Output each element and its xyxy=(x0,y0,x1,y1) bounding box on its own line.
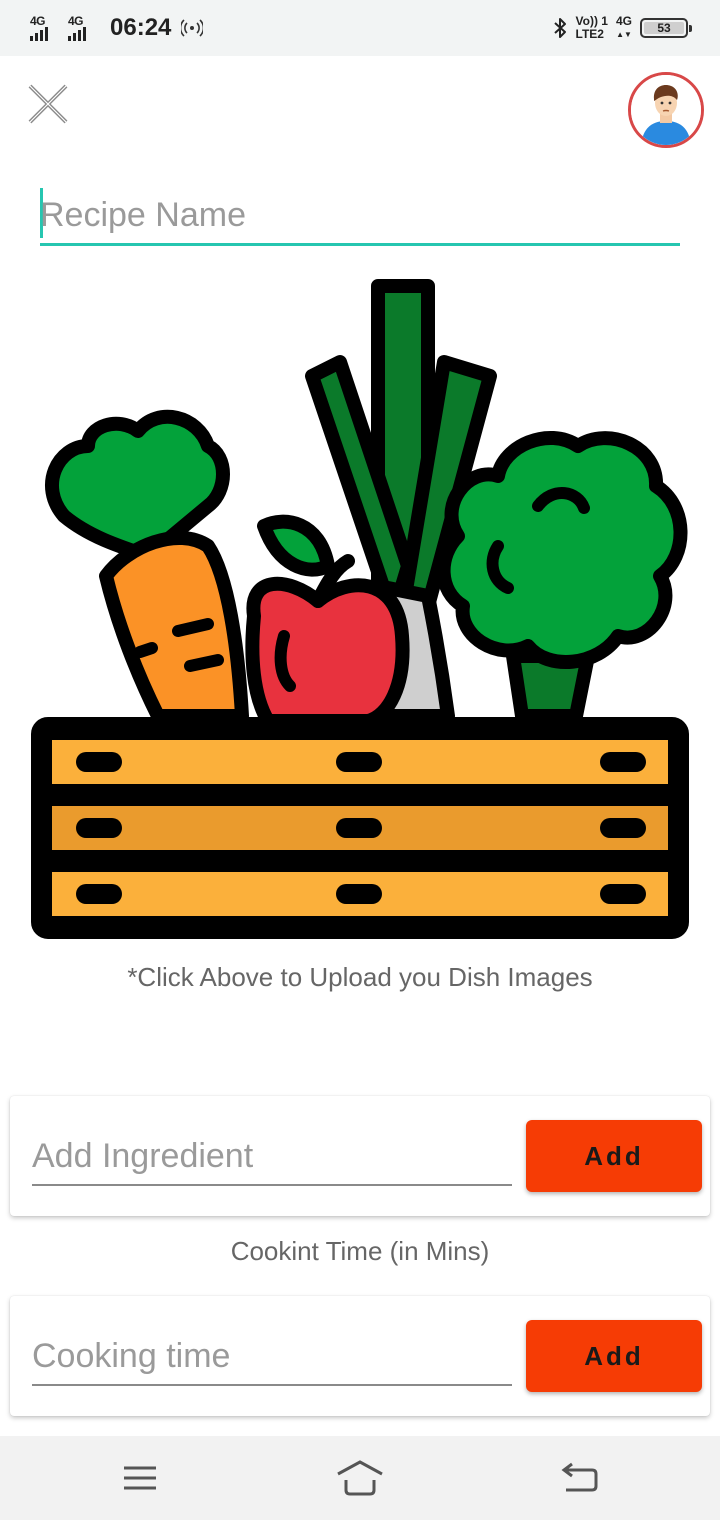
menu-button[interactable] xyxy=(116,1456,164,1500)
avatar-icon xyxy=(631,75,701,145)
signal-icon: 4G xyxy=(68,14,98,42)
home-icon xyxy=(337,1460,383,1496)
status-left: 4G 4G 06:24 xyxy=(30,12,204,44)
hotspot-icon xyxy=(181,19,204,37)
close-icon xyxy=(28,84,68,124)
battery-icon: 53 xyxy=(640,18,692,38)
recipe-name-input[interactable] xyxy=(40,192,680,238)
lte-label: LTE2 xyxy=(575,27,604,41)
battery-level: 53 xyxy=(644,21,684,35)
navigation-bar xyxy=(0,1436,720,1520)
cooking-time-input[interactable] xyxy=(32,1332,512,1384)
volte-label: Vo)) xyxy=(575,14,598,28)
menu-icon xyxy=(124,1466,156,1490)
status-bar: 4G 4G 06:24 Vo)) 1 LTE2 4G ▲▼ 53 xyxy=(0,0,720,56)
bluetooth-icon xyxy=(553,18,566,38)
recipe-name-field[interactable] xyxy=(40,186,680,246)
home-button[interactable] xyxy=(336,1456,384,1500)
ingredient-input[interactable] xyxy=(32,1132,512,1184)
vegetable-crate-illustration[interactable] xyxy=(28,276,692,940)
cooking-time-card: Add xyxy=(10,1296,710,1416)
cooking-time-field[interactable] xyxy=(32,1332,512,1386)
close-button[interactable] xyxy=(26,82,70,126)
cooking-time-label: Cookint Time (in Mins) xyxy=(230,1236,490,1266)
add-cooking-time-button[interactable]: Add xyxy=(526,1320,702,1392)
ingredient-card: Add xyxy=(10,1096,710,1216)
volte-indicator: Vo)) 1 LTE2 xyxy=(576,15,608,41)
sim2-network: 4G xyxy=(68,14,84,28)
upload-hint: *Click Above to Upload you Dish Images xyxy=(127,962,593,992)
back-button[interactable] xyxy=(556,1456,604,1500)
back-icon xyxy=(561,1462,598,1492)
clock: 06:24 xyxy=(110,14,172,41)
sim-slot: 1 xyxy=(601,14,608,28)
ingredient-field[interactable] xyxy=(32,1132,512,1186)
data-network-label: 4G xyxy=(615,14,632,28)
signal-icon: 4G xyxy=(30,14,60,42)
sim1-network: 4G xyxy=(30,14,46,28)
data-network-icon: 4G ▲▼ xyxy=(615,14,632,40)
status-right: Vo)) 1 LTE2 4G ▲▼ 53 xyxy=(552,12,692,44)
add-ingredient-button[interactable]: Add xyxy=(526,1120,702,1192)
user-avatar[interactable] xyxy=(628,72,704,148)
